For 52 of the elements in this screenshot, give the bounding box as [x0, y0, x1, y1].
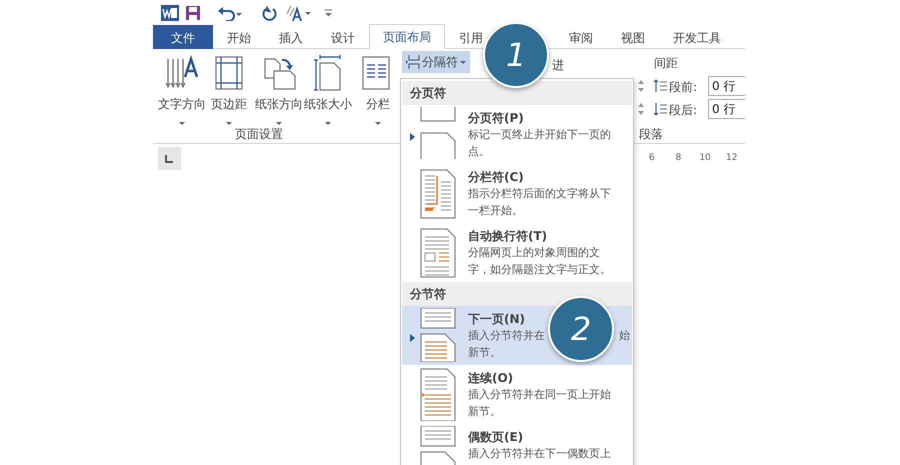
- breaks-icon: [406, 55, 420, 69]
- tab-stop-icon[interactable]: [158, 147, 181, 170]
- ribbon-tab[interactable]: 审阅: [555, 25, 607, 49]
- ruler-number: 6: [648, 152, 656, 165]
- save-icon[interactable]: [185, 4, 201, 20]
- menu-item[interactable]: 分页符(P) 标记一页终止并开始下一页的点。: [402, 105, 632, 164]
- spacing-label: 段前:: [669, 79, 698, 96]
- caret-icon: [460, 60, 466, 64]
- breaks-button[interactable]: 分隔符: [402, 51, 470, 73]
- spinner-icon[interactable]: [637, 101, 645, 117]
- menu-item[interactable]: 自动换行符(T) 分隔网页上的对象周围的文字，如分隔题注文字与正文。: [402, 223, 632, 282]
- group-label: 页面设置: [235, 126, 283, 143]
- ruler-number: 8: [674, 152, 682, 165]
- ribbon-button[interactable]: 分栏: [360, 53, 396, 127]
- caret-icon: [325, 122, 331, 125]
- ribbon-tab[interactable]: 视图: [607, 25, 659, 49]
- caret-icon: [179, 122, 185, 125]
- spacing-field[interactable]: 0 行: [708, 76, 745, 96]
- spacing-after-icon: [653, 102, 667, 116]
- spacing-header: 间距: [654, 55, 678, 72]
- redo-icon[interactable]: [261, 4, 279, 20]
- ribbon-button[interactable]: 文字方向: [157, 53, 207, 127]
- ribbon-button[interactable]: 纸张方向: [254, 53, 304, 127]
- customize-icon[interactable]: [325, 8, 333, 16]
- group-label: 段落: [639, 126, 663, 143]
- ribbon-tab[interactable]: 开始: [213, 25, 265, 49]
- ribbon-button[interactable]: 纸张大小: [303, 53, 353, 127]
- menu-item[interactable]: 分栏符(C) 指示分栏符后面的文字将从下一栏开始。: [402, 164, 632, 223]
- indent-header: 进: [552, 57, 564, 74]
- callout-tooltip: 1: [483, 22, 549, 88]
- ruler-number: 10: [698, 152, 712, 165]
- ribbon-tab[interactable]: 设计: [317, 25, 369, 49]
- word-app-icon[interactable]: [161, 4, 179, 20]
- ribbon-button[interactable]: 页边距: [210, 53, 248, 127]
- menu-section-header: 分页符: [402, 81, 632, 105]
- ribbon-tab[interactable]: 插入: [265, 25, 317, 49]
- caret-icon: [226, 122, 232, 125]
- ribbon-tab[interactable]: 页面布局: [369, 24, 445, 49]
- spinner-icon[interactable]: [637, 78, 645, 94]
- ruler-number: 12: [724, 152, 738, 165]
- undo-icon[interactable]: [217, 4, 243, 20]
- menu-item[interactable]: 偶数页(E) 插入分节符并在下一偶数页上: [402, 424, 632, 465]
- caret-icon: [276, 122, 282, 125]
- caret-icon: [375, 122, 381, 125]
- spacing-label: 段后:: [669, 102, 698, 119]
- format-icon[interactable]: [285, 4, 311, 22]
- spacing-field[interactable]: 0 行: [708, 99, 745, 119]
- spacing-before-icon: [653, 79, 667, 93]
- menu-section-header: 分节符: [402, 282, 632, 306]
- menu-item[interactable]: 连续(O) 插入分节符并在同一页上开始新节。: [402, 365, 632, 424]
- file-tab[interactable]: 文件: [153, 25, 213, 49]
- ribbon-tab[interactable]: 开发工具: [659, 25, 735, 49]
